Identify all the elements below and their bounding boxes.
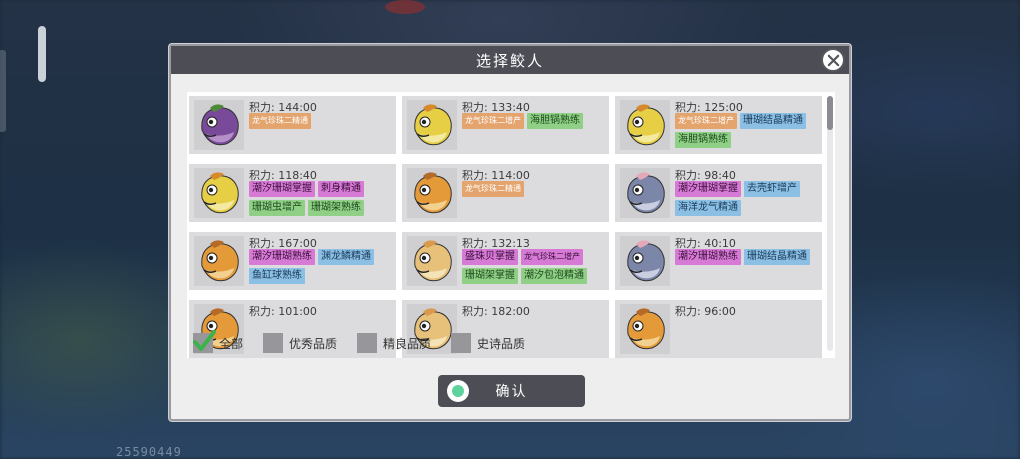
skill-tag: 去壳虾增产 — [744, 181, 800, 197]
skill-tags: 龙气珍珠二增产 海胆锅熟练 — [462, 113, 606, 129]
close-icon — [827, 54, 839, 66]
pink-fish-portrait — [620, 236, 670, 286]
quality-filter[interactable]: 优秀品质 — [263, 333, 337, 353]
orange-fish-portrait — [407, 168, 457, 218]
jiaoren-card[interactable]: 积力: 144:00 龙气珍珠二精通 — [189, 96, 396, 154]
skill-tags: 潮汐珊瑚掌握 去壳虾增产 海洋龙气精通 — [675, 181, 819, 216]
cream-fish-portrait — [407, 236, 457, 286]
jiaoren-card[interactable]: 积力: 118:40 潮汐珊瑚掌握 刺身精通 珊瑚虫增产 珊瑚架熟练 — [189, 164, 396, 222]
skill-tag: 潮汐珊瑚掌握 — [675, 181, 741, 197]
side-panel-edge[interactable] — [0, 50, 6, 132]
yellow-fish-portrait — [407, 100, 457, 150]
skill-tags: 潮汐珊瑚掌握 刺身精通 珊瑚虫增产 珊瑚架熟练 — [249, 181, 393, 216]
dialog-title: 选择鲛人 — [475, 51, 544, 70]
stamina-text: 积力: 182:00 — [462, 305, 530, 318]
confirm-button[interactable]: 确认 — [438, 375, 585, 407]
skill-tags: 潮汐珊瑚熟练 珊瑚结晶精通 — [675, 249, 819, 265]
player-id-text: 25590449 — [116, 445, 182, 459]
dialog-title-bar: 选择鲛人 — [171, 46, 849, 74]
close-button[interactable] — [821, 48, 845, 72]
skill-tag: 珊瑚结晶精通 — [740, 113, 806, 129]
orange-fish-portrait — [194, 236, 244, 286]
skill-tags: 龙气珍珠二精通 — [462, 181, 606, 197]
jiaoren-card[interactable]: 积力: 133:40 龙气珍珠二增产 海胆锅熟练 — [402, 96, 609, 154]
skill-tags: 盛珠贝掌握 龙气珍珠二增产 珊瑚架掌握 潮汐包泡精通 — [462, 249, 606, 284]
skill-tag: 潮汐珊瑚熟练 — [249, 249, 315, 265]
skill-tags: 龙气珍珠二精通 — [249, 113, 393, 129]
jiaoren-list[interactable]: 积力: 144:00 龙气珍珠二精通 积力: 133:40 龙气珍珠二增产 海胆锅熟练积… — [187, 92, 835, 358]
jiaoren-grid: 积力: 144:00 龙气珍珠二精通 积力: 133:40 龙气珍珠二增产 海胆锅熟练积… — [189, 96, 825, 358]
skill-tag: 鱼缸球熟练 — [249, 268, 305, 284]
skill-tag: 珊瑚虫增产 — [249, 200, 305, 216]
checkmark-icon — [193, 330, 216, 351]
skill-tag: 潮汐珊瑚熟练 — [675, 249, 741, 265]
orange-fish-portrait — [620, 304, 670, 354]
yellow-fish-portrait — [620, 100, 670, 150]
purple-fish-portrait — [194, 100, 244, 150]
skill-tag: 盛珠贝掌握 — [462, 249, 518, 265]
skill-tag: 珊瑚架掌握 — [462, 268, 518, 284]
confirm-label: 确认 — [495, 384, 528, 400]
skill-tag: 龙气珍珠二增产 — [462, 113, 524, 129]
select-jiaoren-dialog: 选择鲛人 积力: 144:00 龙气珍珠二精通 积力: 133:40 龙气珍珠二增产海… — [169, 44, 851, 421]
skill-tag: 珊瑚架熟练 — [308, 200, 364, 216]
jiaoren-card[interactable]: 积力: 40:10 潮汐珊瑚熟练 珊瑚结晶精通 — [615, 232, 822, 290]
scrollbar-thumb[interactable] — [827, 96, 833, 130]
filter-label: 全部 — [219, 336, 244, 351]
jiaoren-card[interactable]: 积力: 114:00 龙气珍珠二精通 — [402, 164, 609, 222]
background-flower — [385, 0, 425, 14]
skill-tag: 潮汐珊瑚掌握 — [249, 181, 315, 197]
stamina-text: 积力: 101:00 — [249, 305, 317, 318]
quality-filter[interactable]: 全部 — [193, 330, 244, 353]
checkbox[interactable] — [263, 333, 284, 353]
checkbox[interactable] — [357, 333, 378, 353]
checkbox-checked[interactable] — [193, 330, 216, 353]
jiaoren-card[interactable]: 积力: 125:00 龙气珍珠二增产 珊瑚结晶精通 海胆锅熟练 — [615, 96, 822, 154]
stamina-text: 积力: 96:00 — [675, 305, 736, 318]
quality-filter[interactable]: 史诗品质 — [451, 333, 525, 353]
filter-label: 优秀品质 — [289, 336, 338, 351]
filter-label: 精良品质 — [383, 336, 432, 351]
yellow-fish-portrait — [194, 168, 244, 218]
side-handle[interactable] — [38, 26, 46, 82]
skill-tags: 龙气珍珠二增产 珊瑚结晶精通 海胆锅熟练 — [675, 113, 819, 148]
skill-tags: 潮汐珊瑚熟练 渊龙鳞精通 鱼缸球熟练 — [249, 249, 393, 284]
pink-fish-portrait — [620, 168, 670, 218]
skill-tag: 龙气珍珠二增产 — [675, 113, 737, 129]
jiaoren-card[interactable]: 积力: 167:00 潮汐珊瑚熟练 渊龙鳞精通 鱼缸球熟练 — [189, 232, 396, 290]
jiaoren-card[interactable]: 积力: 96:00 — [615, 300, 822, 358]
jiaoren-card[interactable]: 积力: 98:40 潮汐珊瑚掌握 去壳虾增产 海洋龙气精通 — [615, 164, 822, 222]
skill-tag: 潮汐包泡精通 — [521, 268, 587, 284]
scrollbar[interactable] — [827, 96, 833, 351]
quality-filter-row: 全部 优秀品质 精良品质 史诗品质 — [193, 330, 545, 354]
skill-tag: 刺身精通 — [318, 181, 364, 197]
filter-label: 史诗品质 — [477, 336, 526, 351]
skill-tag: 渊龙鳞精通 — [318, 249, 374, 265]
skill-tag: 珊瑚结晶精通 — [744, 249, 810, 265]
skill-tag: 龙气珍珠二增产 — [521, 249, 583, 265]
skill-tag: 海胆锅熟练 — [675, 132, 731, 148]
skill-tag: 海洋龙气精通 — [675, 200, 741, 216]
checkbox[interactable] — [451, 333, 472, 353]
skill-tag: 龙气珍珠二精通 — [462, 181, 524, 197]
jiaoren-card[interactable]: 积力: 132:13 盛珠贝掌握 龙气珍珠二增产 珊瑚架掌握 潮汐包泡精通 — [402, 232, 609, 290]
skill-tag: 海胆锅熟练 — [527, 113, 583, 129]
skill-tag: 龙气珍珠二精通 — [249, 113, 311, 129]
quality-filter[interactable]: 精良品质 — [357, 333, 431, 353]
